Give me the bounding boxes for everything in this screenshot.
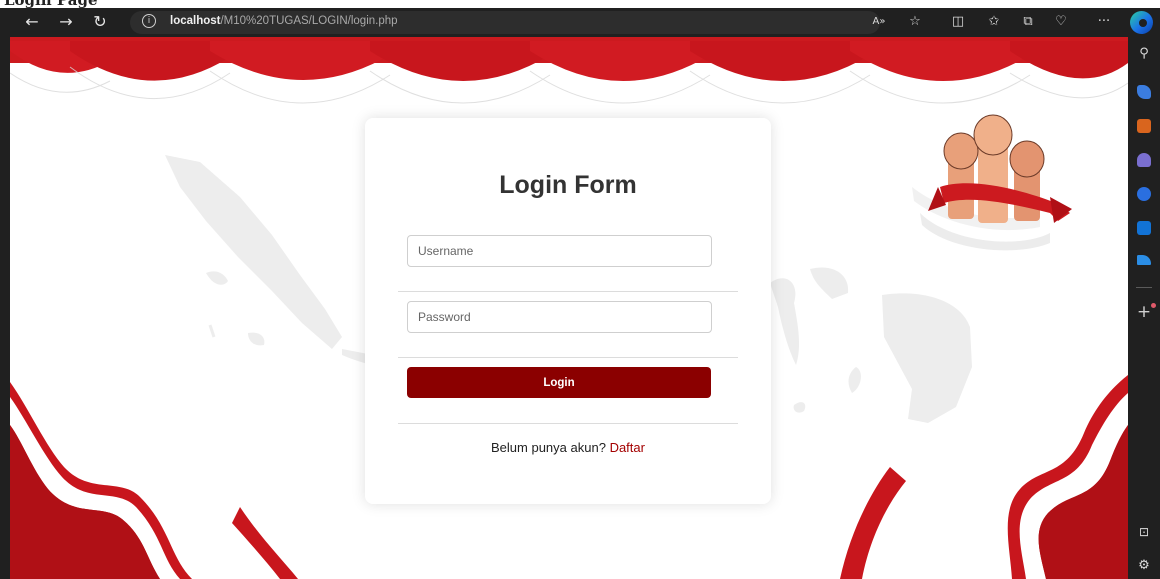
favorite-star-icon[interactable]: ☆ bbox=[904, 11, 926, 33]
register-prompt-text: Belum punya akun? bbox=[491, 440, 606, 455]
login-card: Login Form Login Belum punya akun? Dafta… bbox=[365, 118, 771, 504]
info-icon[interactable]: i bbox=[142, 14, 156, 28]
games-icon[interactable] bbox=[1137, 153, 1151, 167]
back-icon[interactable]: ← bbox=[20, 11, 44, 33]
bottom-right-wave bbox=[840, 375, 1128, 579]
browser-toolbar: ← → ↻ i localhost/M10%20TUGAS/LOGIN/logi… bbox=[0, 8, 1160, 37]
divider bbox=[398, 423, 738, 424]
address-bar[interactable]: i localhost/M10%20TUGAS/LOGIN/login.php bbox=[130, 11, 880, 34]
notification-dot bbox=[1151, 303, 1156, 308]
divider bbox=[398, 291, 738, 292]
sidebar-separator bbox=[1136, 287, 1152, 288]
url-text[interactable]: localhost/M10%20TUGAS/LOGIN/login.php bbox=[170, 15, 398, 27]
favorites-icon[interactable]: ✩ bbox=[983, 11, 1005, 33]
fists-ribbon-illustration bbox=[912, 114, 1072, 251]
copilot-icon[interactable] bbox=[1137, 187, 1151, 201]
edge-sidebar: ⚲ + ⊡ ⚙ bbox=[1128, 37, 1160, 579]
screenshot-icon[interactable]: ⊡ bbox=[1133, 521, 1155, 543]
window-frame-left bbox=[0, 37, 10, 579]
refresh-icon[interactable]: ↻ bbox=[88, 11, 112, 33]
performance-icon[interactable]: ♡ bbox=[1050, 11, 1072, 33]
more-icon[interactable]: ··· bbox=[1093, 11, 1115, 33]
url-host: localhost bbox=[170, 15, 221, 27]
username-input[interactable] bbox=[407, 235, 712, 267]
tools-icon[interactable] bbox=[1137, 119, 1151, 133]
read-aloud-icon[interactable]: A» bbox=[868, 11, 890, 33]
edge-logo[interactable] bbox=[1130, 11, 1153, 34]
search-icon[interactable]: ⚲ bbox=[1133, 43, 1155, 65]
collections-icon[interactable]: ⧉ bbox=[1017, 11, 1039, 33]
top-bunting bbox=[10, 37, 1128, 104]
shopping-tag-icon[interactable] bbox=[1137, 85, 1151, 99]
password-input[interactable] bbox=[407, 301, 712, 333]
login-button[interactable]: Login bbox=[407, 367, 711, 398]
login-form-title: Login Form bbox=[499, 171, 637, 199]
register-link[interactable]: Daftar bbox=[610, 440, 645, 455]
split-screen-icon[interactable]: ◫ bbox=[947, 11, 969, 33]
bottom-left-wave bbox=[10, 382, 298, 579]
url-path: /M10%20TUGAS/LOGIN/login.php bbox=[220, 15, 398, 27]
window-title-strip: Login Page bbox=[0, 0, 1160, 8]
window-title: Login Page bbox=[4, 0, 98, 8]
register-prompt: Belum punya akun? Daftar bbox=[365, 440, 771, 455]
forward-icon[interactable]: → bbox=[54, 11, 78, 33]
outlook-icon[interactable] bbox=[1137, 221, 1151, 235]
page-viewport: Login Form Login Belum punya akun? Dafta… bbox=[10, 37, 1128, 579]
settings-icon[interactable]: ⚙ bbox=[1133, 555, 1155, 577]
divider bbox=[398, 357, 738, 358]
send-icon[interactable] bbox=[1137, 255, 1151, 265]
